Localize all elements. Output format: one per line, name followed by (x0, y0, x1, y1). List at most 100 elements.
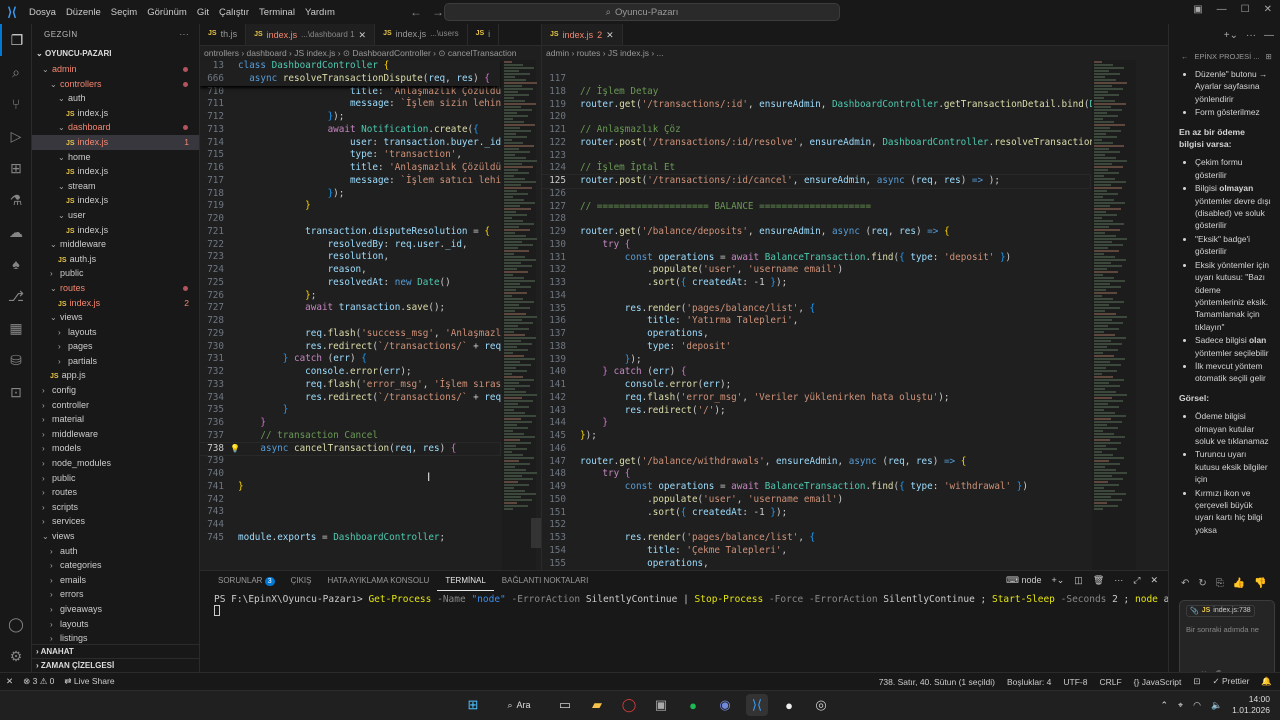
code-line[interactable]: 148 try { (542, 468, 1090, 481)
editor-tab[interactable]: JS th.js (200, 24, 247, 45)
code-line[interactable]: 145}); (542, 430, 1090, 443)
source-control-icon[interactable]: ⑂ (0, 88, 32, 120)
thumbs-up-icon[interactable]: 👍 (1233, 578, 1245, 589)
cursor-position[interactable]: 738. Satır, 40. Sütun (1 seçildi) (879, 677, 995, 687)
code-line[interactable]: 716 title: 'Anlaşmazlık Çözüldü' (200, 162, 507, 175)
code-line[interactable]: 152 (542, 519, 1090, 532)
code-line[interactable]: 736 } (200, 417, 500, 430)
folder-item[interactable]: › node_modules (32, 456, 199, 471)
code-line[interactable]: 131 const operations = await BalanceTran… (542, 252, 1090, 265)
context-chip[interactable]: 📎 JS index.js:738 (1186, 605, 1255, 617)
minimize-icon[interactable]: — (1217, 4, 1227, 15)
location-icon[interactable]: ⌖ (1178, 700, 1183, 711)
code-line[interactable]: 732 console.error(err); (200, 366, 500, 379)
folder-item[interactable]: › middleware (32, 427, 199, 442)
code-line[interactable]: 122 router.post('/transactions/:id/resolv… (542, 137, 1123, 150)
outline-section[interactable]: › ANAHAT (32, 644, 199, 658)
folder-item[interactable]: › layouts (32, 617, 199, 632)
file-item[interactable]: JS index.js (32, 106, 199, 121)
code-line[interactable]: 141 console.error(err); (542, 379, 1090, 392)
folder-item[interactable]: ⌄ home (32, 150, 199, 165)
folder-item[interactable]: › auth (32, 544, 199, 559)
folder-item[interactable]: › pages (32, 339, 199, 354)
folder-item[interactable]: ⌄ views (32, 529, 199, 544)
code-line[interactable]: 154 title: 'Çekme Talepleri', (542, 545, 1090, 558)
remote-indicator-icon[interactable]: ✕ (6, 676, 13, 687)
taskbar-search[interactable]: ⌕ Ara (494, 694, 544, 716)
maximize-panel-icon[interactable]: ⤢ (1133, 575, 1140, 586)
terminal-output[interactable]: PS F:\EpinX\Oyuncu-Pazarı> Get-Process -… (200, 591, 1198, 622)
close-tab-icon[interactable]: ✕ (359, 24, 367, 46)
code-line[interactable]: 134 (542, 290, 1090, 303)
folder-item[interactable]: › services (32, 514, 199, 529)
code-line[interactable]: 744 (200, 519, 500, 532)
chat-input-box[interactable]: 📎 JS index.js:738 Bir sonraki adımda ne … (1179, 600, 1275, 672)
code-line[interactable]: 722 resolvedBy: req.user._id, (200, 239, 500, 252)
folder-item[interactable]: › routes (32, 485, 199, 500)
app-icon[interactable]: ▣ (650, 694, 672, 716)
testing-icon[interactable]: ⚗ (0, 184, 32, 216)
code-line[interactable]: 728 (200, 315, 500, 328)
code-line[interactable]: 711 message: `İşlem sizin lehini (200, 98, 507, 111)
maximize-icon[interactable]: ☐ (1241, 4, 1250, 15)
kill-terminal-icon[interactable]: 🗑 (1093, 575, 1104, 586)
code-line[interactable]: 726 }; (200, 290, 500, 303)
code-line[interactable]: 147 router.get('/balance/withdrawals', en… (542, 456, 1090, 469)
discord-icon[interactable]: ◉ (714, 694, 736, 716)
github-desktop-icon[interactable]: ● (778, 694, 800, 716)
folder-item[interactable]: › errors (32, 587, 199, 602)
code-line[interactable]: 127 // ==================== BALANCE =====… (542, 201, 1090, 214)
code-line[interactable]: 121 // Anlaşmazlık Çöz (542, 124, 1090, 137)
terminal-icon[interactable]: ⌨ node (1006, 575, 1042, 586)
code-line[interactable]: 714 user: transaction.buyer._id, (200, 137, 507, 150)
folder-item[interactable]: › material (32, 412, 199, 427)
panel-tab[interactable]: SORUNLAR 3 (210, 571, 283, 591)
code-line[interactable]: 730 res.redirect(`/transactions/` + req.… (200, 341, 512, 354)
account-icon[interactable]: ◯ (0, 608, 32, 640)
panel-tab[interactable]: HATA AYIKLAMA KONSOLU (320, 571, 438, 591)
folder-item[interactable]: › giveaways (32, 602, 199, 617)
panel-tab[interactable]: BAĞLANTI NOKTALARI (494, 571, 597, 591)
code-line[interactable]: 725 resolvedAt: new Date() (200, 277, 500, 290)
file-item[interactable]: JS index.js (32, 223, 199, 238)
windows-start-icon[interactable]: ⊞ (462, 694, 484, 716)
file-item[interactable]: JS index.js 2 (32, 296, 199, 311)
containers-icon[interactable]: ▦ (0, 312, 32, 344)
folder-item[interactable]: › public (32, 471, 199, 486)
nav-arrows[interactable]: ← → (410, 5, 444, 19)
editor-tab[interactable]: JS i (468, 24, 500, 45)
code-line[interactable]: 731 } catch (err) { (200, 353, 500, 366)
code-line[interactable]: 724 reason, (200, 264, 500, 277)
code-line[interactable]: 739 (200, 455, 500, 468)
code-line[interactable]: 155 operations, (542, 558, 1090, 571)
close-window-icon[interactable]: ✕ (1264, 4, 1272, 15)
breadcrumb[interactable]: admin › routes › JS index.js › ... (542, 46, 1168, 60)
code-line[interactable]: 666 async resolveTransactionDispute(req,… (200, 73, 500, 86)
layout-icon[interactable]: ▣ (1193, 4, 1202, 15)
code-line[interactable]: 117 (542, 73, 1090, 86)
folder-item[interactable]: › layouts (32, 325, 199, 340)
code-line[interactable]: 151 .sort({ createdAt: -1 }); (542, 507, 1090, 520)
folder-item[interactable]: ⌄ controllers (32, 77, 199, 92)
opera-icon[interactable]: ◯ (618, 694, 640, 716)
copilot-status-icon[interactable]: ⊡ (1193, 676, 1200, 687)
code-line[interactable]: 727 await transaction.save(); (200, 302, 500, 315)
code-line[interactable]: 723 resolution, (200, 251, 500, 264)
notifications-icon[interactable]: 🔔 (1261, 676, 1272, 687)
folder-item[interactable]: ⌄ middleware (32, 237, 199, 252)
command-center-search[interactable]: ⌕ Oyuncu-Pazarı (444, 3, 840, 21)
folder-item[interactable]: ⌄ admin (32, 62, 199, 77)
scrollbar-thumb[interactable] (531, 518, 541, 548)
folder-item[interactable]: › models (32, 441, 199, 456)
panel-tab[interactable]: TERMİNAL (437, 571, 494, 591)
code-line[interactable]: 719 } (200, 200, 500, 213)
code-line[interactable]: 123 (542, 150, 1090, 163)
language-mode[interactable]: {} JavaScript (1134, 677, 1182, 687)
code-area-left[interactable]: 710 title: 'Anlaşmazlık Çözüldü',711 mes… (200, 86, 512, 545)
code-line[interactable]: 715 type: 'transaction', (200, 149, 500, 162)
code-line[interactable]: 143 res.redirect('/'); (542, 405, 1090, 418)
close-tab-icon[interactable]: ✕ (606, 24, 614, 46)
code-line[interactable]: 129 router.get('/balance/deposits', ensur… (542, 226, 1090, 239)
close-panel-icon[interactable]: — (1264, 30, 1274, 41)
folder-item[interactable]: ⌄ user (32, 208, 199, 223)
